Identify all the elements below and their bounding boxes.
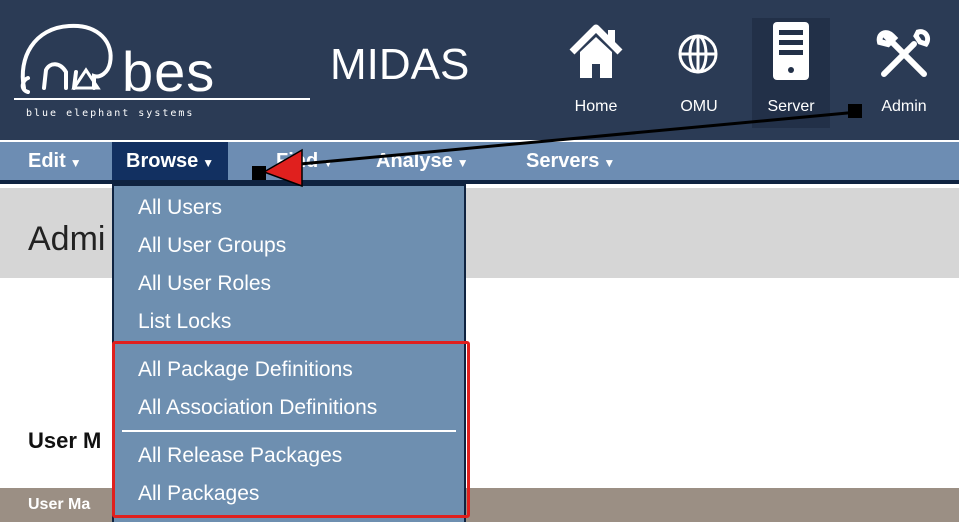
annotation-arrow bbox=[252, 104, 862, 188]
arrow-tail-marker bbox=[848, 104, 862, 118]
arrow-head-icon bbox=[262, 148, 303, 188]
arrow-head-marker bbox=[252, 166, 266, 180]
